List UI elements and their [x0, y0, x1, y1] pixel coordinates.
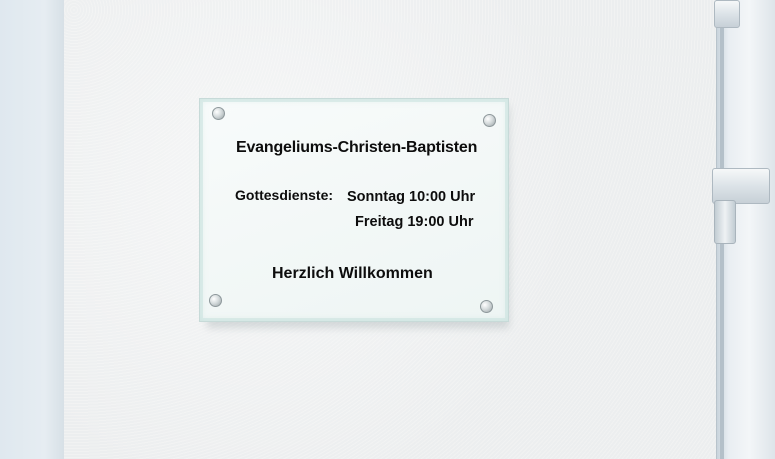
left-wall-edge: [0, 0, 64, 459]
service-time-friday: Freitag 19:00 Uhr: [355, 214, 474, 230]
door-hinge: [712, 168, 770, 204]
services-label: Gottesdienste:: [235, 187, 334, 203]
upper-hinge: [714, 0, 740, 28]
screw-icon: [480, 300, 493, 313]
screw-icon: [212, 107, 225, 120]
church-sign: Evangeliums-Christen-Baptisten Gottesdie…: [199, 98, 509, 322]
screw-icon: [209, 294, 222, 307]
hinge-pin: [714, 200, 736, 244]
welcome-text: Herzlich Willkommen: [272, 265, 433, 282]
service-time-sunday: Sonntag 10:00 Uhr: [347, 189, 476, 205]
screw-icon: [483, 114, 496, 127]
sign-title: Evangeliums-Christen-Baptisten: [236, 139, 478, 156]
